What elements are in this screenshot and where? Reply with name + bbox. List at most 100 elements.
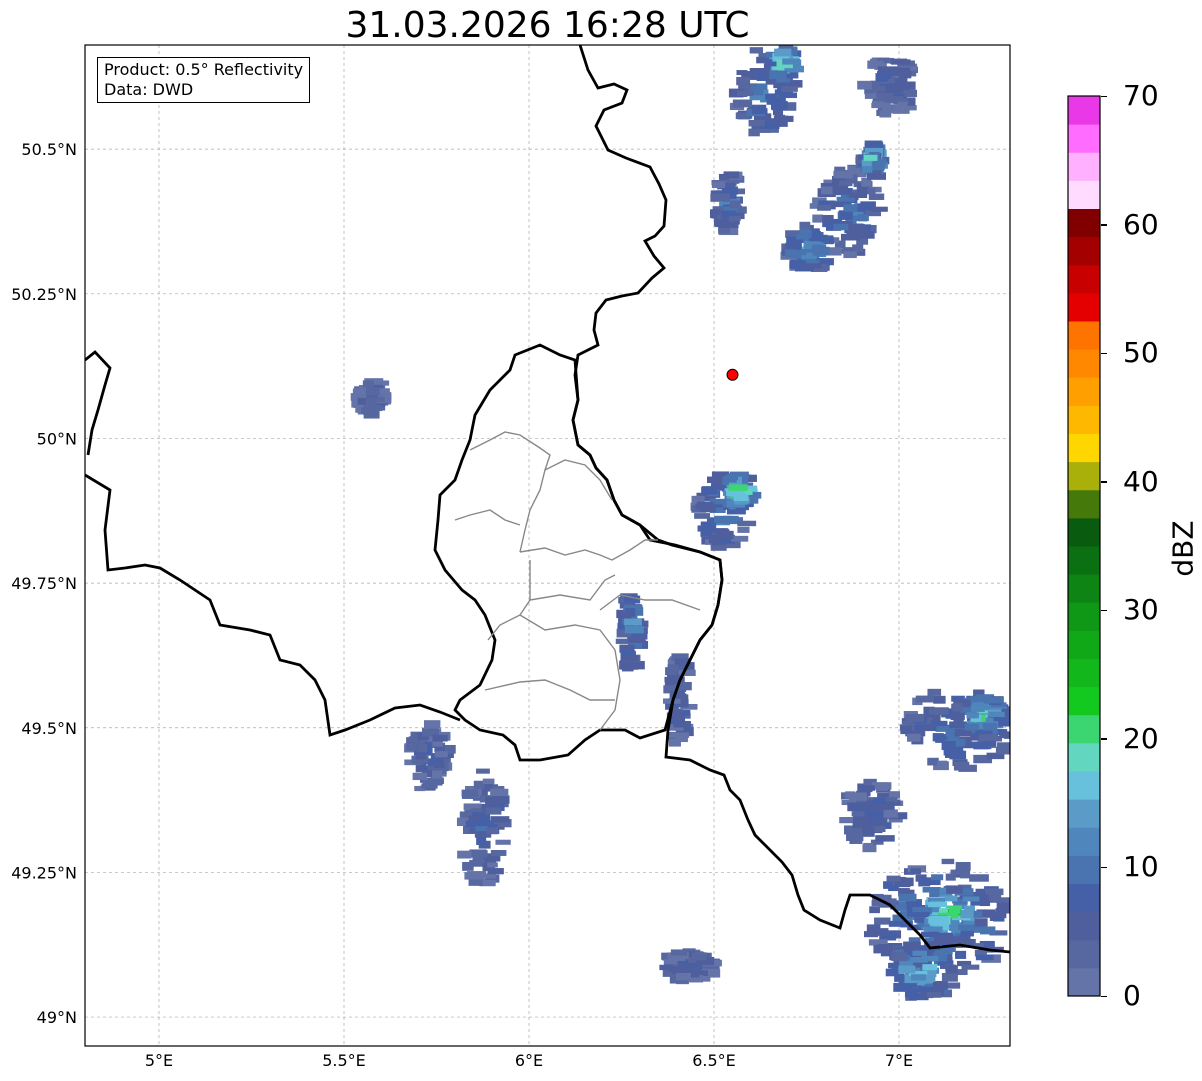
echo-pixel <box>702 486 718 495</box>
echo-pixel <box>756 83 768 90</box>
echo-pixel <box>433 762 445 769</box>
echo-pixel <box>932 733 944 742</box>
colorbar-tick-mark <box>1101 352 1107 355</box>
echo-pixel <box>933 695 946 704</box>
echo-pixel <box>659 964 674 971</box>
echo-pixel <box>432 741 443 747</box>
echo-pixel <box>464 872 485 880</box>
echo-pixel <box>812 246 830 256</box>
colorbar <box>1067 95 1101 997</box>
echo-pixel <box>621 665 634 672</box>
echo-pixel <box>829 201 842 208</box>
colorbar-label: dBZ <box>1166 520 1200 577</box>
echo-pixel <box>905 713 925 723</box>
echo-pixel <box>873 797 886 804</box>
echo-pixel <box>974 918 988 927</box>
echo-pixel <box>910 974 927 981</box>
echo-pixel <box>799 229 812 239</box>
echo-pixel <box>852 244 864 253</box>
echo-pixel <box>918 878 931 887</box>
colorbar-segment <box>1068 152 1100 181</box>
echo-pixel <box>923 926 943 932</box>
colorbar-segment <box>1068 658 1100 688</box>
echo-pixel <box>781 86 798 92</box>
echo-pixel <box>732 99 753 108</box>
colorbar-tick-label: 20 <box>1123 721 1159 755</box>
echo-pixel <box>912 950 928 956</box>
lon-tick-label: 5.5°E <box>322 1051 366 1070</box>
echo-pixel <box>960 930 974 937</box>
longitude-ticks: 5°E 5.5°E 6°E 6.5°E 7°E <box>145 1051 913 1070</box>
colorbar-segment <box>1068 517 1100 547</box>
echo-pixel <box>833 170 854 179</box>
colorbar-segment <box>1068 911 1100 941</box>
radar-map: 5°E 5.5°E 6°E 6.5°E 7°E 50.5°N 50.25°N 50°N 49.… <box>11 44 1011 1070</box>
echo-pixel <box>671 709 683 718</box>
colorbar-segment <box>1068 377 1100 406</box>
echo-pixel <box>705 522 717 532</box>
echo-pixel <box>778 45 794 50</box>
lat-tick-label: 50.5°N <box>21 140 77 159</box>
echo-pixel <box>888 885 899 892</box>
echo-pixel <box>890 59 911 65</box>
echo-pixel <box>914 917 926 923</box>
echo-pixel <box>850 224 866 233</box>
echo-pixel <box>468 815 480 822</box>
echo-pixel <box>863 785 875 791</box>
echo-pixel <box>495 839 511 845</box>
lat-tick-label: 49.25°N <box>11 863 77 882</box>
colorbar-segment <box>1068 546 1100 575</box>
echo-pixel <box>937 760 948 768</box>
echo-pixel <box>774 48 792 57</box>
echo-pixel <box>694 513 711 519</box>
echo-pixel <box>921 725 937 732</box>
echo-pixel <box>875 819 888 826</box>
echo-pixel <box>432 734 448 742</box>
colorbar-tick-mark <box>1101 224 1107 226</box>
echo-pixel <box>984 740 996 746</box>
echo-cell <box>456 768 512 887</box>
echo-pixel <box>874 917 891 925</box>
echo-pixel <box>812 214 824 223</box>
echo-pixel <box>822 214 834 222</box>
echo-pixel <box>663 959 678 965</box>
echo-pixel <box>490 788 509 797</box>
echo-pixel <box>978 734 999 741</box>
echo-pixel <box>782 58 801 65</box>
colorbar-segment <box>1068 602 1100 631</box>
echo-pixel <box>955 862 971 871</box>
product-info-box: Product: 0.5° Reflectivity Data: DWD <box>97 57 311 103</box>
echo-pixel <box>691 952 707 961</box>
colorbar-segment <box>1068 321 1100 350</box>
echo-pixel <box>928 916 949 924</box>
echo-pixel <box>857 80 872 90</box>
colorbar-tick-label: 30 <box>1123 593 1159 627</box>
echo-pixel <box>771 100 788 110</box>
echo-pixel <box>955 950 967 959</box>
echo-pixel <box>415 753 427 760</box>
echo-pixel <box>988 711 1005 718</box>
echo-pixel <box>749 47 764 54</box>
echo-pixel <box>769 70 787 80</box>
echo-pixel <box>871 102 891 109</box>
echo-pixel <box>945 965 958 974</box>
echo-pixel <box>708 534 720 544</box>
echo-pixel <box>868 193 885 200</box>
echo-pixel <box>863 842 874 850</box>
echo-pixel <box>729 200 741 209</box>
echo-pixel <box>953 719 964 728</box>
echo-pixel <box>941 972 958 982</box>
echo-pixel <box>718 173 730 180</box>
echo-pixel <box>888 962 900 969</box>
echo-pixel <box>457 850 472 859</box>
echo-pixel <box>877 944 890 953</box>
echo-pixel <box>487 868 504 875</box>
echo-pixel <box>996 742 1010 752</box>
echo-pixel <box>948 906 961 914</box>
echo-pixel <box>958 924 975 931</box>
echo-pixel <box>799 221 811 231</box>
echo-pixel <box>470 850 488 858</box>
colorbar-segment <box>1068 461 1100 491</box>
echo-pixel <box>461 792 474 799</box>
echo-pixel <box>416 743 428 753</box>
